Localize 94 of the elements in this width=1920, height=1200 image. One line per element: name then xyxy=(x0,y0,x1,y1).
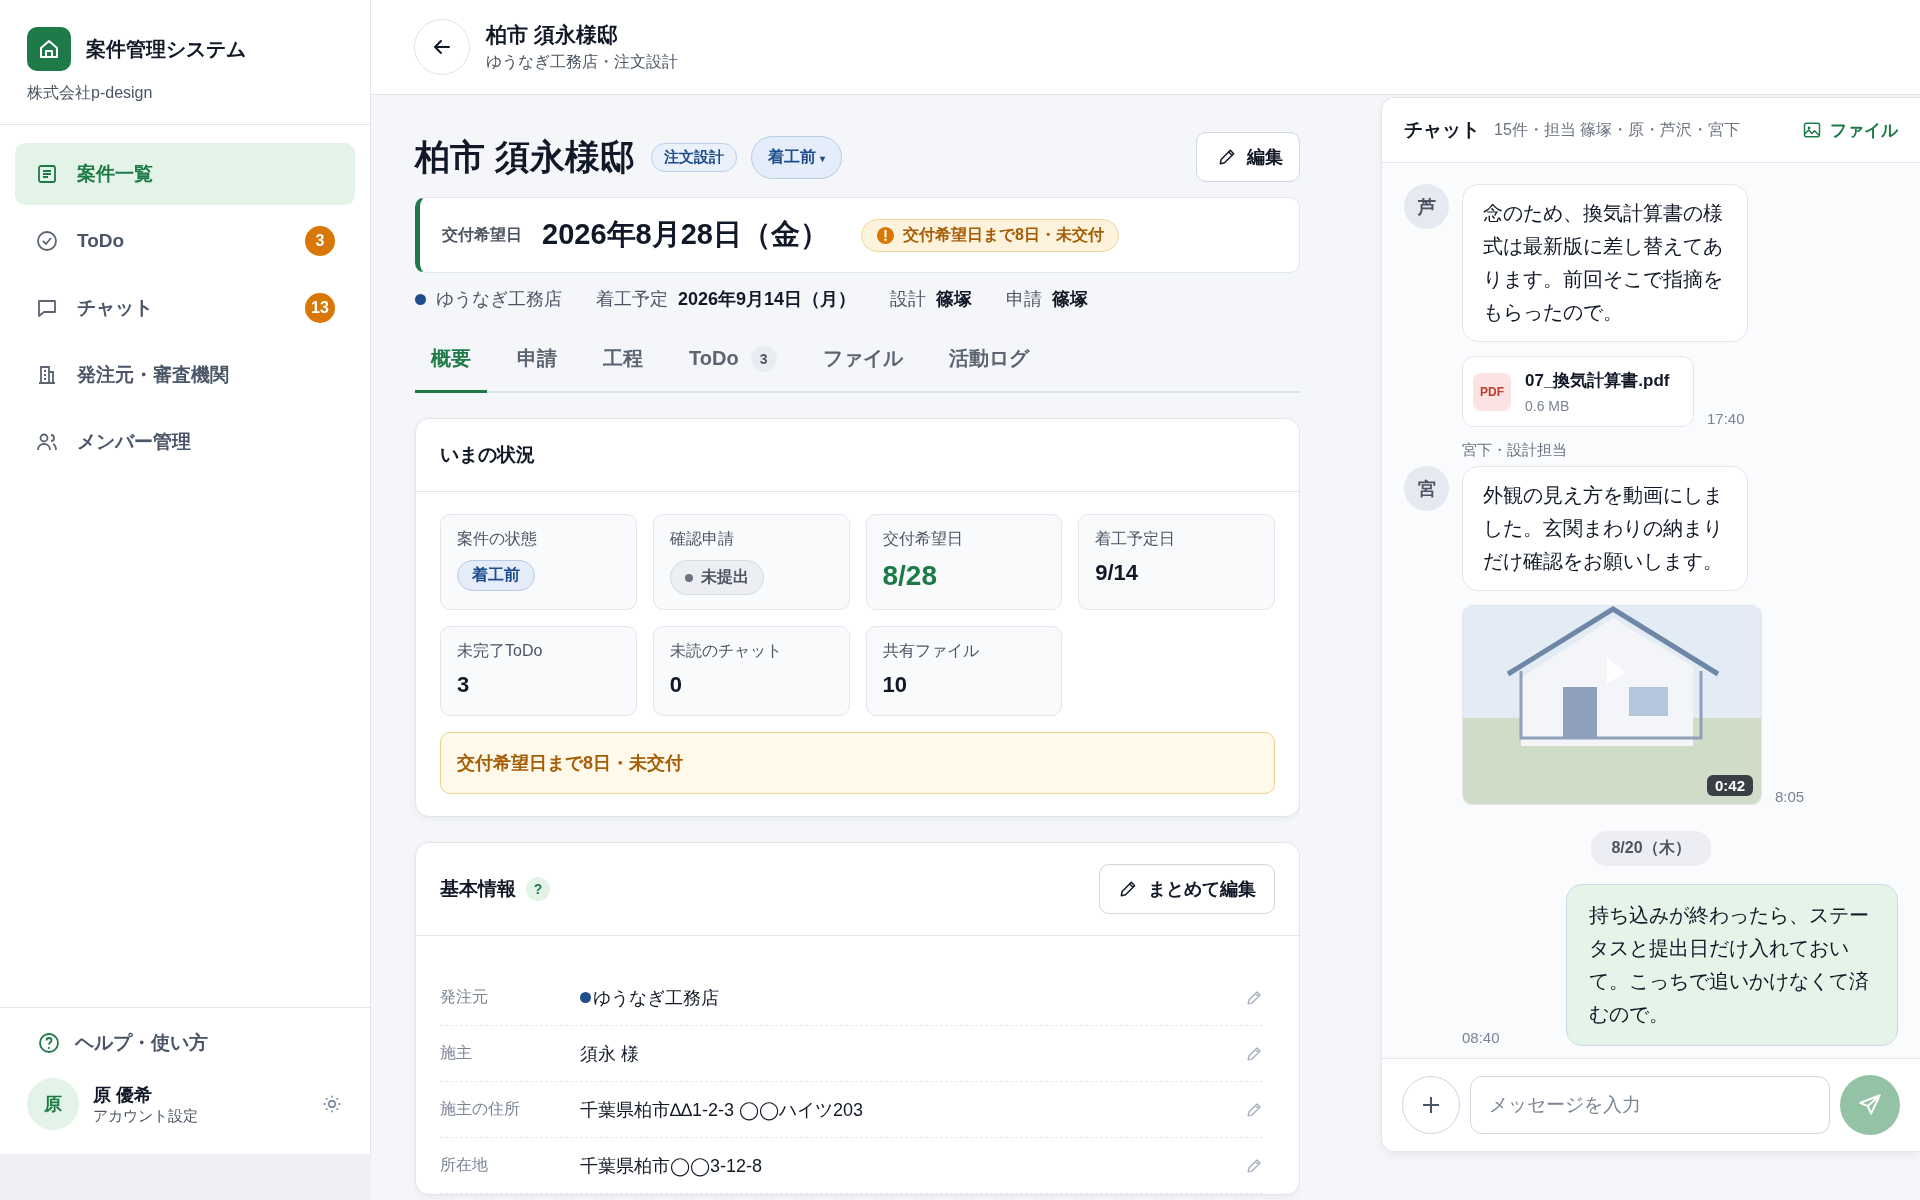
tile-value: 8/28 xyxy=(882,560,937,592)
files-link[interactable]: ファイル xyxy=(1802,118,1898,142)
sender-name: 宮下・設計担当 xyxy=(1462,441,1568,460)
field-label: 発注元 xyxy=(440,987,489,1007)
nav-item[interactable]: 発注元・審査機関 xyxy=(15,344,355,406)
tab[interactable]: 活動ログ xyxy=(932,333,1045,393)
back-button[interactable] xyxy=(414,19,470,75)
file-type-badge: PDF xyxy=(1473,372,1511,411)
tile-label: 共有ファイル xyxy=(882,641,979,661)
chat-summary: 15件・担当 篠塚・原・芦沢・宮下 xyxy=(1494,119,1741,140)
card-title: いまの状況 xyxy=(440,443,535,467)
alert-icon xyxy=(875,225,895,245)
meta-label: 設計 xyxy=(890,288,927,311)
message-bubble: 持ち込みが終わったら、ステータスと提出日だけ入れておいて。こっちで追いかけなくて済むので。 xyxy=(1566,884,1898,1046)
chat-title: チャット xyxy=(1404,118,1480,142)
field-label: 所在地 xyxy=(440,1155,489,1175)
tile-label: 着工予定日 xyxy=(1095,529,1176,549)
client-name: ゆうなぎ工務店 xyxy=(436,288,562,311)
status-dropdown[interactable]: 着工前 ▾ xyxy=(750,135,843,179)
meta-value: 篠塚 xyxy=(1052,288,1089,311)
tab[interactable]: ToDo 3 xyxy=(673,333,793,393)
tile-value: 9/14 xyxy=(1095,560,1139,586)
tab[interactable]: ファイル xyxy=(806,333,919,393)
meta-value: 2026年9月14日（月） xyxy=(678,288,857,311)
message-time: 17:40 xyxy=(1707,410,1745,427)
field-label: 施主の住所 xyxy=(440,1099,521,1119)
nav-item[interactable]: ToDo 3 xyxy=(15,210,355,272)
meta-value: 篠塚 xyxy=(936,288,973,311)
send-button[interactable] xyxy=(1840,1075,1900,1135)
tile-value: 0 xyxy=(669,672,682,698)
check-circle-icon xyxy=(35,229,59,253)
list-icon xyxy=(35,162,59,186)
file-size: 0.6 MB xyxy=(1525,398,1571,414)
user-avatar: 原 xyxy=(27,1078,79,1130)
nav-item[interactable]: チャット 13 xyxy=(15,277,355,339)
user-name: 原 優希 xyxy=(93,1083,153,1107)
pencil-icon xyxy=(1217,147,1237,167)
tile-label: 案件の状態 xyxy=(457,529,537,549)
meta-label: 申請 xyxy=(1006,288,1043,311)
deadline-notice: 交付希望日まで8日・未交付 xyxy=(440,732,1275,794)
page-title: 柏市 須永様邸 xyxy=(486,22,619,48)
count-badge: 3 xyxy=(305,226,335,256)
tab[interactable]: 申請 xyxy=(501,333,573,393)
send-icon xyxy=(1857,1092,1883,1118)
edit-button[interactable]: 編集 xyxy=(1196,132,1300,182)
deadline-label: 交付希望日 xyxy=(442,224,522,245)
image-icon xyxy=(1802,120,1822,140)
tab[interactable]: 概要 xyxy=(415,333,487,393)
file-attachment[interactable]: PDF 07_換気計算書.pdf 0.6 MB xyxy=(1462,356,1694,427)
tab-count: 3 xyxy=(750,345,777,372)
status-badge: 未提出 xyxy=(669,560,764,595)
status-badge: 着工前 xyxy=(457,560,535,591)
app-title: 案件管理システム xyxy=(86,36,246,62)
field-value: 千葉県柏市∆∆1-2-3 ◯◯ハイツ203 xyxy=(580,1098,864,1122)
video-duration: 0:42 xyxy=(1706,775,1753,796)
tile-label: 交付希望日 xyxy=(882,529,963,549)
field-value: ゆうなぎ工務店 xyxy=(593,986,719,1010)
sender-avatar: 宮 xyxy=(1404,466,1449,511)
file-name: 07_換気計算書.pdf xyxy=(1525,370,1670,392)
tile-value: 10 xyxy=(882,672,907,698)
message-time: 8:05 xyxy=(1775,788,1805,805)
field-value: 千葉県柏市◯◯3-12-8 xyxy=(580,1154,763,1178)
count-badge: 13 xyxy=(305,293,335,323)
sun-icon[interactable] xyxy=(321,1093,343,1115)
account-settings-link[interactable]: アカウント設定 xyxy=(93,1106,307,1126)
tile-label: 確認申請 xyxy=(669,529,734,549)
page-subtitle: ゆうなぎ工務店・注文設計 xyxy=(486,52,678,72)
help-link[interactable]: ヘルプ・使い方 xyxy=(27,1030,343,1056)
field-value: 須永 様 xyxy=(580,1042,639,1066)
message-bubble: 外観の見え方を動画にしました。玄関まわりの納まりだけ確認をお願いします。 xyxy=(1462,466,1748,591)
field-label: 施主 xyxy=(440,1043,473,1063)
home-logo-icon xyxy=(27,27,71,71)
project-title: 柏市 須永様邸 xyxy=(415,135,635,178)
tile-label: 未読のチャット xyxy=(669,641,782,661)
help-icon xyxy=(37,1031,61,1055)
sender-avatar: 芦 xyxy=(1404,184,1449,229)
message-input[interactable]: メッセージを入力 xyxy=(1470,1076,1830,1134)
meta-label: 着工予定 xyxy=(596,288,668,311)
pencil-icon xyxy=(1118,879,1138,899)
nav-item[interactable]: 案件一覧 xyxy=(15,143,355,205)
tile-label: 未完了ToDo xyxy=(457,641,543,661)
company-name: 株式会社p-design xyxy=(27,83,154,103)
nav-item[interactable]: メンバー管理 xyxy=(15,411,355,473)
help-badge[interactable]: ? xyxy=(526,877,550,901)
deadline-date: 2026年8月28日（金） xyxy=(542,217,829,252)
tab[interactable]: 工程 xyxy=(587,333,659,393)
message-time: 08:40 xyxy=(1462,1029,1500,1046)
tile-value: 3 xyxy=(457,672,470,698)
deadline-alert: 交付希望日まで8日・未交付 xyxy=(860,218,1119,252)
category-tag: 注文設計 xyxy=(650,142,737,172)
date-divider: 8/20（木） xyxy=(1591,831,1711,866)
message-bubble: 念のため、換気計算書の様式は最新版に差し替えてあります。前回そこで指摘をもらったので。 xyxy=(1462,184,1748,342)
bulk-edit-button[interactable]: まとめて編集 xyxy=(1099,864,1275,914)
card-title: 基本情報 xyxy=(440,877,516,901)
